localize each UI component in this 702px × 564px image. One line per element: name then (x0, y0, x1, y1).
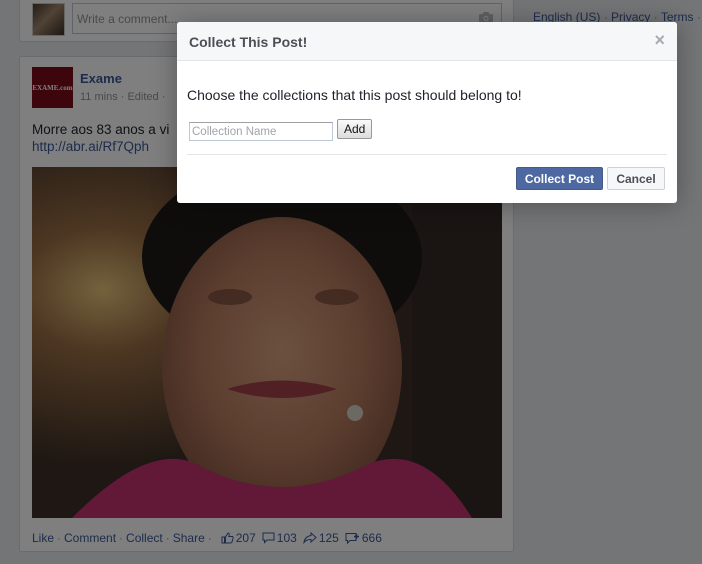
dialog-title: Collect This Post! (189, 34, 308, 50)
dialog-body: Choose the collections that this post sh… (177, 61, 677, 202)
cancel-button[interactable]: Cancel (607, 167, 665, 190)
dialog-divider (187, 154, 667, 155)
dialog-header: Collect This Post! × (177, 22, 677, 61)
add-collection-button[interactable]: Add (337, 119, 373, 139)
collection-name-input[interactable] (189, 122, 333, 141)
close-icon[interactable]: × (654, 31, 665, 49)
dialog-prompt: Choose the collections that this post sh… (187, 87, 522, 103)
collect-post-button[interactable]: Collect Post (516, 167, 603, 190)
collect-post-dialog: Collect This Post! × Choose the collecti… (177, 22, 677, 203)
